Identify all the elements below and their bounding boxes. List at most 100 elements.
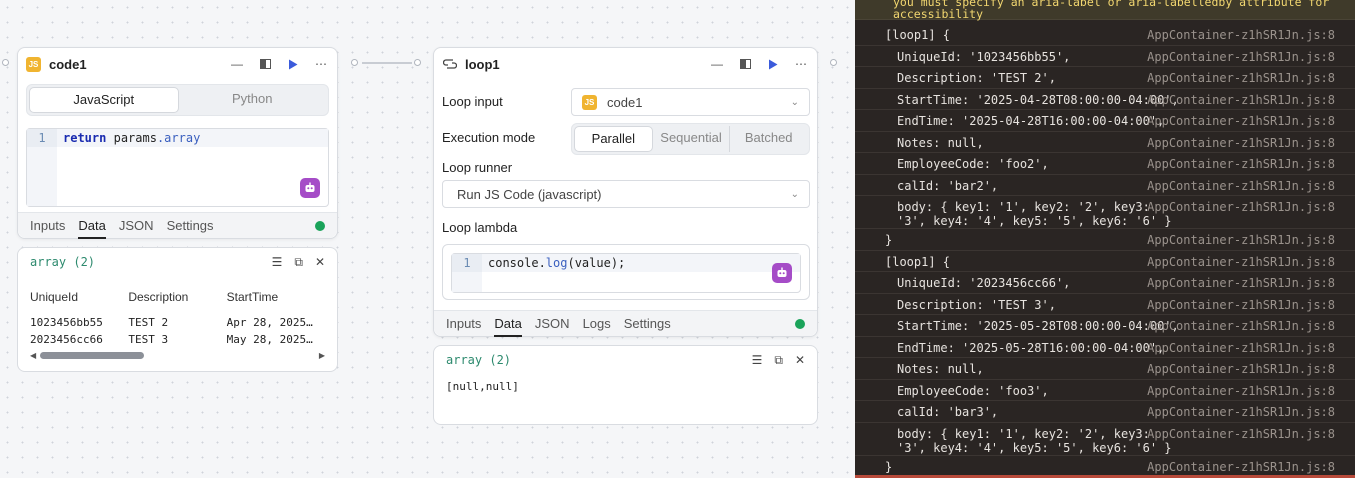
close-icon[interactable]: ✕ (315, 255, 325, 270)
console-source-link[interactable]: AppContainer-z1hSR1Jn.js:8 (1147, 255, 1335, 269)
code1-node[interactable]: JS code1 — ⋯ JavaScript Python 1 return … (17, 47, 338, 239)
console-log-line: Description: 'TEST 3', AppContainer-z1hSR… (855, 294, 1355, 315)
loop-runner-label: Loop runner (442, 160, 513, 175)
ai-assistant-icon[interactable] (300, 178, 320, 198)
console-source-link[interactable]: AppContainer-z1hSR1Jn.js:8 (1147, 157, 1335, 171)
table-row: 1023456bb55 TEST 2 Apr 28, 2025… (30, 316, 313, 329)
console-log-line: } AppContainer-z1hSR1Jn.js:8 (855, 229, 1355, 251)
console-log-line: StartTime: '2025-05-28T08:00:00-04:00', A… (855, 315, 1355, 337)
console-source-link[interactable]: AppContainer-z1hSR1Jn.js:8 (1147, 71, 1335, 85)
console-source-link[interactable]: AppContainer-z1hSR1Jn.js:8 (1147, 319, 1335, 333)
lang-python[interactable]: Python (179, 87, 327, 113)
code-editor[interactable]: 1 return params.array (26, 128, 329, 207)
ai-assistant-icon[interactable] (772, 263, 792, 283)
line-number: 1 (27, 129, 57, 147)
console-log-text: body: { key1: '1', key2: '2', key3: '3',… (897, 426, 1172, 455)
more-icon[interactable]: ⋯ (793, 56, 809, 72)
console-log-text: Description: 'TEST 2', (897, 71, 1056, 85)
console-log-line: [loop1] { AppContainer-z1hSR1Jn.js:8 (855, 251, 1355, 272)
console-log-text: } (885, 233, 893, 247)
minimize-icon[interactable]: — (709, 56, 725, 72)
split-panel-icon[interactable] (257, 56, 273, 72)
console-source-link[interactable]: AppContainer-z1hSR1Jn.js:8 (1147, 298, 1335, 312)
console-source-link[interactable]: AppContainer-z1hSR1Jn.js:8 (1147, 460, 1335, 474)
console-source-link[interactable]: AppContainer-z1hSR1Jn.js:8 (1147, 114, 1335, 128)
mode-parallel[interactable]: Parallel (574, 126, 653, 152)
console-source-link[interactable]: AppContainer-z1hSR1Jn.js:8 (1147, 28, 1335, 42)
split-panel-icon[interactable] (737, 56, 753, 72)
horizontal-scrollbar[interactable]: ◀ ▶ (30, 350, 325, 360)
tab-settings[interactable]: Settings (167, 213, 214, 239)
tab-json[interactable]: JSON (119, 213, 154, 239)
console-source-link[interactable]: AppContainer-z1hSR1Jn.js:8 (1147, 384, 1335, 398)
more-icon[interactable]: ⋯ (313, 56, 329, 72)
tab-inputs[interactable]: Inputs (30, 213, 65, 239)
minimize-icon[interactable]: — (229, 56, 245, 72)
run-icon[interactable] (765, 56, 781, 72)
console-log-text: calId: 'bar2', (897, 178, 999, 193)
lang-javascript[interactable]: JavaScript (29, 87, 179, 113)
loop-icon (442, 57, 457, 72)
column-header: StartTime (226, 290, 279, 304)
js-icon: JS (582, 94, 597, 110)
console-source-link[interactable]: AppContainer-z1hSR1Jn.js:8 (1147, 50, 1335, 64)
tab-inputs[interactable]: Inputs (446, 311, 481, 337)
code-object: console. (488, 256, 546, 270)
code-object: params (113, 131, 157, 145)
tab-data[interactable]: Data (494, 311, 522, 337)
console-source-link[interactable]: AppContainer-z1hSR1Jn.js:8 (1147, 405, 1335, 419)
execution-mode-toggle: Parallel Sequential Batched (571, 123, 810, 155)
tab-logs[interactable]: Logs (583, 311, 611, 337)
code1-header[interactable]: JS code1 — ⋯ (18, 48, 337, 80)
close-icon[interactable]: ✕ (795, 353, 805, 368)
loop-input-value: code1 (607, 94, 643, 110)
code1-left-handle[interactable] (2, 59, 9, 66)
loop-input-select[interactable]: JS code1 ⌄ (571, 88, 810, 116)
console-source-link[interactable]: AppContainer-z1hSR1Jn.js:8 (1147, 427, 1335, 441)
console-source-link[interactable]: AppContainer-z1hSR1Jn.js:8 (1147, 362, 1335, 376)
console-log-text: [loop1] { (885, 254, 951, 269)
code1-right-handle[interactable] (351, 59, 358, 66)
console-source-link[interactable]: AppContainer-z1hSR1Jn.js:8 (1147, 179, 1335, 193)
popout-icon[interactable]: ⧉ (774, 353, 783, 368)
collapse-icon[interactable]: ☰ (752, 353, 763, 368)
console-source-link[interactable]: AppContainer-z1hSR1Jn.js:8 (1147, 276, 1335, 290)
console-log-line: UniqueId: '1023456bb55', AppContainer-z1h… (855, 46, 1355, 67)
collapse-icon[interactable]: ☰ (272, 255, 283, 270)
code-args: (value); (567, 256, 626, 270)
loop-runner-value: Run JS Code (javascript) (457, 186, 602, 202)
loop-runner-select[interactable]: Run JS Code (javascript) ⌄ (442, 180, 810, 208)
run-icon[interactable] (285, 56, 301, 72)
console-source-link[interactable]: AppContainer-z1hSR1Jn.js:8 (1147, 341, 1335, 355)
output-value: [null,null] (446, 380, 519, 393)
output-type-label: array (2) (446, 353, 512, 367)
console-source-link[interactable]: AppContainer-z1hSR1Jn.js:8 (1147, 93, 1335, 107)
node-title[interactable]: loop1 (465, 57, 500, 72)
tab-data[interactable]: Data (78, 213, 106, 239)
console-log-line: body: { key1: '1', key2: '2', key3: '3',… (855, 423, 1355, 456)
popout-icon[interactable]: ⧉ (294, 255, 303, 270)
console-source-link[interactable]: AppContainer-z1hSR1Jn.js:8 (1147, 136, 1335, 150)
column-header: UniqueId (30, 290, 79, 304)
tab-json[interactable]: JSON (535, 311, 570, 337)
console-source-link[interactable]: AppContainer-z1hSR1Jn.js:8 (1147, 200, 1335, 214)
console-log-text: StartTime: '2025-05-28T08:00:00-04:00', (897, 319, 1179, 333)
loop1-right-handle[interactable] (830, 59, 837, 66)
lambda-code-editor[interactable]: 1 console.log(value); (451, 253, 801, 293)
node-title[interactable]: code1 (49, 57, 87, 72)
loop1-header[interactable]: loop1 — ⋯ (434, 48, 817, 80)
mode-batched[interactable]: Batched (729, 126, 807, 152)
console-log-text: UniqueId: '2023456cc66', (897, 276, 1071, 290)
success-icon (315, 220, 325, 231)
devtools-console[interactable]: you must specify an aria-label or aria-l… (855, 0, 1355, 478)
console-source-link[interactable]: AppContainer-z1hSR1Jn.js:8 (1147, 233, 1335, 247)
chevron-down-icon: ⌄ (790, 188, 799, 200)
console-log-line: EndTime: '2025-05-28T16:00:00-04:00', App… (855, 337, 1355, 358)
loop1-node[interactable]: loop1 — ⋯ Loop input JS code1 ⌄ Executio… (433, 47, 818, 337)
flow-canvas[interactable]: JS code1 — ⋯ JavaScript Python 1 return … (0, 0, 855, 478)
mode-sequential[interactable]: Sequential (653, 126, 730, 152)
language-toggle: JavaScript Python (26, 84, 329, 116)
loop1-left-handle[interactable] (414, 59, 421, 66)
console-log-line: EmployeeCode: 'foo2', AppContainer-z1hSR1… (855, 153, 1355, 175)
tab-settings[interactable]: Settings (624, 311, 671, 337)
